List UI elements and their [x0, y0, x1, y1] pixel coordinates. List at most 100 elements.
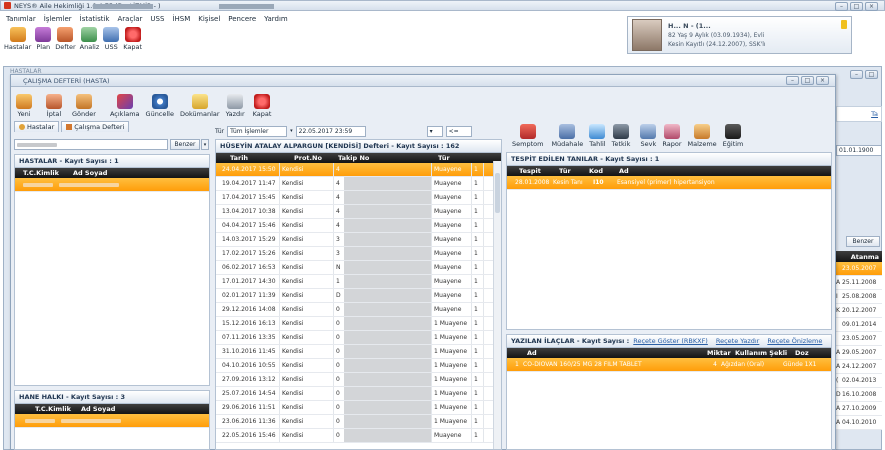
- gonder-button[interactable]: Gönder: [72, 94, 96, 118]
- tahlil-button[interactable]: Tahlil: [589, 124, 606, 148]
- table-row[interactable]: 17.02.2017 15:26 Kendisi 3 Muayene 1: [216, 247, 501, 261]
- cal-close-icon[interactable]: ×: [816, 76, 829, 85]
- bg-table-row[interactable]: A 25.11.2008: [836, 276, 882, 290]
- hane-row[interactable]: [15, 414, 209, 428]
- menu-item[interactable]: İşlemler: [44, 15, 72, 23]
- table-row[interactable]: 29.12.2016 14:08 Kendisi 0 Muayene 1: [216, 303, 501, 317]
- patient-search-input[interactable]: [14, 139, 168, 150]
- kapat-main-button[interactable]: Kapat: [123, 27, 142, 51]
- recete-yazdir-link[interactable]: Reçete Yazdır: [716, 337, 760, 345]
- bg-table-row[interactable]: A 27.10.2009: [836, 402, 882, 416]
- bg-table-row[interactable]: 23.05.2007: [836, 332, 882, 346]
- table-cell: Kendisi: [280, 219, 334, 232]
- recete-goster-link[interactable]: Reçete Göster (RBKXF): [633, 337, 708, 345]
- defter-scrollbar[interactable]: [493, 161, 501, 449]
- analiz-button[interactable]: Analiz: [80, 27, 99, 51]
- table-row[interactable]: 23.06.2016 11:36 Kendisi 0 1 Muayene 1: [216, 415, 501, 429]
- bg-table-row[interactable]: (02.04.2013: [836, 374, 882, 388]
- ilac-row[interactable]: 1 CO-DIOVAN 160/25 MG 28 FILM TABLET 4 A…: [507, 358, 831, 372]
- defter-button[interactable]: Defter: [55, 27, 76, 51]
- table-row[interactable]: 27.09.2016 13:12 Kendisi 0 1 Muayene 1: [216, 373, 501, 387]
- rapor-button[interactable]: Rapor: [662, 124, 682, 148]
- table-row[interactable]: 14.03.2017 15:29 Kendisi 3 Muayene 1: [216, 233, 501, 247]
- benzer-button[interactable]: Benzer: [170, 139, 200, 150]
- uss-button[interactable]: USS: [103, 27, 120, 51]
- bg-table-row[interactable]: K 20.12.2007: [836, 304, 882, 318]
- menu-item[interactable]: İHSM: [172, 15, 190, 23]
- bg-table-row[interactable]: I 25.08.2008: [836, 290, 882, 304]
- bg-table-row[interactable]: A 29.05.2007: [836, 346, 882, 360]
- calisma-window-controls[interactable]: – □ ×: [786, 76, 829, 85]
- guncelle-button[interactable]: Güncelle: [146, 94, 174, 118]
- date-dropdown-icon[interactable]: ▾: [290, 128, 293, 134]
- table-row[interactable]: 25.07.2016 14:54 Kendisi 0 1 Muayene 1: [216, 387, 501, 401]
- filter-options-button[interactable]: ▾: [426, 125, 443, 137]
- bg-benzer-button[interactable]: Benzer: [846, 236, 880, 247]
- table-row[interactable]: 17.04.2017 15:45 Kendisi 4 Muayene 1: [216, 191, 501, 205]
- minimize-icon[interactable]: –: [835, 2, 848, 11]
- bg-table-row[interactable]: A 24.12.2007: [836, 360, 882, 374]
- benzer-dropdown-icon[interactable]: ▾: [201, 139, 209, 150]
- table-row[interactable]: 17.01.2017 14:30 Kendisi 1 Muayene 1: [216, 275, 501, 289]
- menu-item[interactable]: Tanımlar: [6, 15, 36, 23]
- bg-table-row[interactable]: 09.01.2014: [836, 318, 882, 332]
- tetkik-button[interactable]: Tetkik: [612, 124, 630, 148]
- kapat-button[interactable]: Kapat: [253, 94, 271, 118]
- hastalar-panel-title: HASTALAR - Kayıt Sayısı : 1: [15, 155, 209, 168]
- table-row[interactable]: 22.05.2016 15:46 Kendisi 0 Muayene 1: [216, 429, 501, 443]
- table-row[interactable]: 06.02.2017 16:53 Kendisi N Muayene 1: [216, 261, 501, 275]
- bg-table-row[interactable]: D 16.10.2008: [836, 388, 882, 402]
- cal-minimize-icon[interactable]: –: [786, 76, 799, 85]
- plan-button[interactable]: Plan: [35, 27, 52, 51]
- iptal-button[interactable]: İptal: [46, 94, 62, 118]
- table-cell: 1: [472, 289, 484, 302]
- bg-window-controls[interactable]: – □: [850, 70, 878, 79]
- recete-onizleme-link[interactable]: Reçete Önizleme: [767, 337, 822, 345]
- hastalar-button[interactable]: Hastalar: [4, 27, 31, 51]
- bg-tab-label[interactable]: Ta: [871, 110, 878, 118]
- menu-item[interactable]: Araçlar: [117, 15, 142, 23]
- table-row[interactable]: 29.06.2016 11:51 Kendisi 0 1 Muayene 1: [216, 401, 501, 415]
- maximize-icon[interactable]: □: [850, 2, 863, 11]
- table-row[interactable]: 31.10.2016 11:45 Kendisi 0 1 Muayene 1: [216, 345, 501, 359]
- menu-item[interactable]: İstatistik: [80, 15, 110, 23]
- scroll-thumb[interactable]: [495, 173, 500, 213]
- menu-item[interactable]: Kişisel: [198, 15, 220, 23]
- bg-minimize-icon[interactable]: –: [850, 70, 863, 79]
- table-cell: 22.05.2016 15:46: [216, 429, 280, 442]
- bg-table-row[interactable]: A 04.10.2010: [836, 416, 882, 430]
- table-row[interactable]: 15.12.2016 16:13 Kendisi 0 1 Muayene 1: [216, 317, 501, 331]
- table-row[interactable]: 04.10.2016 10:55 Kendisi 0 1 Muayene 1: [216, 359, 501, 373]
- yazdir-button[interactable]: Yazdır: [226, 94, 245, 118]
- mudahale-button[interactable]: Müdahale: [551, 124, 583, 148]
- malzeme-button[interactable]: Malzeme: [688, 124, 717, 148]
- sevk-button[interactable]: Sevk: [640, 124, 657, 148]
- table-row[interactable]: 19.04.2017 11:47 Kendisi 4 Muayene 1: [216, 177, 501, 191]
- aciklama-button[interactable]: Açıklama: [110, 94, 140, 118]
- yeni-button[interactable]: Yeni: [16, 94, 32, 118]
- table-row[interactable]: 24.04.2017 15:50 Kendisi 4 Muayene 1: [216, 163, 501, 177]
- dokumanlar-button[interactable]: Dokümanlar: [180, 94, 220, 118]
- window-controls[interactable]: – □ ×: [835, 2, 878, 11]
- menu-item[interactable]: USS: [150, 15, 164, 23]
- table-row[interactable]: 04.04.2017 15:46 Kendisi 4 Muayene 1: [216, 219, 501, 233]
- tab-hastalar[interactable]: Hastalar: [14, 121, 60, 132]
- bg-date-input[interactable]: 01.01.1900: [836, 145, 882, 156]
- hastalar-row[interactable]: [15, 178, 209, 192]
- bg-maximize-icon[interactable]: □: [865, 70, 878, 79]
- menu-item[interactable]: Yardım: [264, 15, 288, 23]
- egitim-button[interactable]: Eğitim: [723, 124, 743, 148]
- filter-direction-select[interactable]: <=: [445, 125, 472, 137]
- table-row[interactable]: 02.01.2017 11:39 Kendisi D Muayene 1: [216, 289, 501, 303]
- table-row[interactable]: 13.04.2017 10:38 Kendisi 4 Muayene 1: [216, 205, 501, 219]
- filter-type-select[interactable]: Tüm İşlemler: [227, 125, 288, 137]
- tab-calisma-defteri[interactable]: Çalışma Defteri: [61, 121, 130, 132]
- tani-row[interactable]: 28.01.2008 Kesin Tanı I10 Esansiyel (pri…: [507, 176, 831, 190]
- close-icon[interactable]: ×: [865, 2, 878, 11]
- table-row[interactable]: 07.11.2016 13:35 Kendisi 0 1 Muayene 1: [216, 331, 501, 345]
- filter-date-input[interactable]: 22.05.2017 23:59: [295, 125, 366, 137]
- bg-table-row[interactable]: 23.05.2007: [836, 262, 882, 276]
- menu-item[interactable]: Pencere: [228, 15, 256, 23]
- cal-maximize-icon[interactable]: □: [801, 76, 814, 85]
- semptom-button[interactable]: Semptom: [512, 124, 543, 148]
